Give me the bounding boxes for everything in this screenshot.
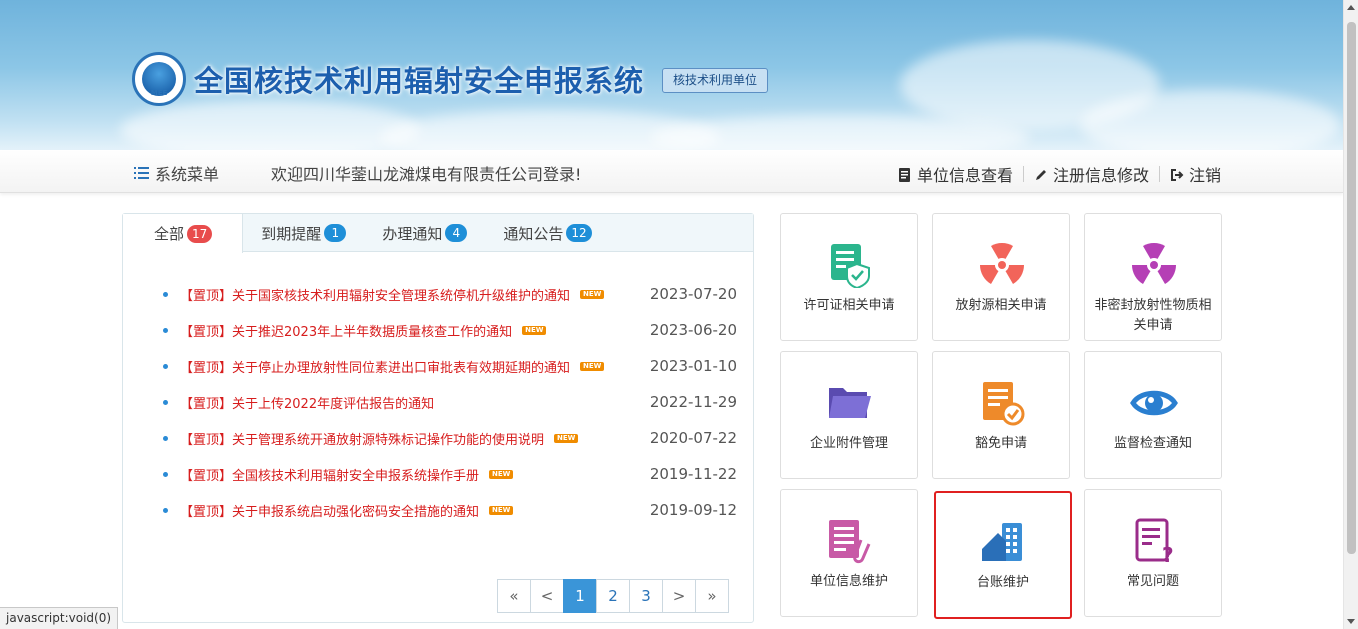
page-3-button[interactable]: 3: [629, 579, 663, 613]
tile-inspection-notice[interactable]: 监督检查通知: [1084, 351, 1222, 479]
question-doc-icon: ?: [1129, 518, 1179, 567]
notice-panel: 全部 17 到期提醒 1 办理通知 4 通知公告 12 【置顶】关于国家核技术利用辐射安…: [122, 213, 754, 623]
tile-ledger-maintenance[interactable]: 台账维护: [934, 491, 1072, 619]
svg-text:?: ?: [1162, 543, 1174, 564]
tile-radioactive-source-application[interactable]: 放射源相关申请: [932, 213, 1070, 341]
prev-page-button[interactable]: <: [530, 579, 564, 613]
count-badge: 1: [324, 224, 347, 242]
new-badge: NEW: [554, 433, 579, 443]
notice-date: 2019-11-22: [649, 465, 737, 483]
tile-unit-info-maintenance[interactable]: 单位信息维护: [780, 489, 918, 617]
notice-link[interactable]: 【置顶】关于停止办理放射性同位素进出口审批表有效期延期的通知: [180, 357, 570, 376]
scroll-thumb[interactable]: [1347, 22, 1356, 554]
registration-edit-link[interactable]: 注册信息修改: [1034, 162, 1149, 186]
first-page-button[interactable]: «: [497, 579, 531, 613]
tile-license-application[interactable]: 许可证相关申请: [780, 213, 918, 341]
list-item: 【置顶】关于上传2022年度评估报告的通知 2022-11-29: [163, 384, 737, 420]
system-menu-button[interactable]: 系统菜单: [134, 161, 219, 185]
tab-all[interactable]: 全部 17: [123, 214, 244, 253]
new-badge: NEW: [522, 325, 547, 335]
count-badge: 17: [187, 224, 213, 243]
document-list-icon: [898, 167, 912, 182]
pagination: « < 1 2 3 > »: [497, 579, 729, 613]
tile-unsealed-material-application[interactable]: 非密封放射性物质相关申请: [1084, 213, 1222, 341]
notice-list: 【置顶】关于国家核技术利用辐射安全管理系统停机升级维护的通知 NEW 2023-07…: [163, 276, 737, 528]
notice-date: 2019-09-12: [649, 501, 737, 519]
unit-info-view-link[interactable]: 单位信息查看: [898, 162, 1013, 186]
new-badge: NEW: [489, 505, 514, 515]
count-badge: 4: [445, 224, 468, 242]
new-badge: NEW: [580, 289, 605, 299]
notice-link[interactable]: 【置顶】关于上传2022年度评估报告的通知: [180, 393, 434, 412]
new-badge: NEW: [489, 469, 514, 479]
tab-processing-notice[interactable]: 办理通知 4: [364, 214, 485, 252]
notice-link[interactable]: 【置顶】关于管理系统开通放射源特殊标记操作功能的使用说明: [180, 429, 544, 448]
count-badge: 12: [566, 224, 592, 242]
radiation-icon: [1129, 242, 1179, 288]
page-1-button[interactable]: 1: [563, 579, 597, 613]
browser-status-bar: javascript:void(0): [0, 607, 119, 629]
notice-date: 2023-06-20: [649, 321, 737, 339]
page-scrollbar[interactable]: [1343, 0, 1358, 629]
list-item: 【置顶】关于国家核技术利用辐射安全管理系统停机升级维护的通知 NEW 2023-07…: [163, 276, 737, 312]
tab-announcement[interactable]: 通知公告 12: [485, 214, 609, 252]
list-item: 【置顶】关于停止办理放射性同位素进出口审批表有效期延期的通知 NEW 2023-01…: [163, 348, 737, 384]
folder-icon: [825, 380, 875, 426]
system-menu-label: 系统菜单: [155, 165, 220, 184]
document-clip-icon: [825, 518, 875, 564]
notice-date: 2023-07-20: [649, 285, 737, 303]
last-page-button[interactable]: »: [695, 579, 729, 613]
ledger-building-icon: [978, 519, 1028, 565]
tile-faq[interactable]: ? 常见问题: [1084, 489, 1222, 617]
unit-type-badge: 核技术利用单位: [662, 68, 769, 93]
tile-attachment-management[interactable]: 企业附件管理: [780, 351, 918, 479]
tile-exemption-application[interactable]: 豁免申请: [932, 351, 1070, 479]
notice-date: 2020-07-22: [649, 429, 737, 447]
notice-date: 2023-01-10: [649, 357, 737, 375]
header-banner: MEE 全国核技术利用辐射安全申报系统 核技术利用单位: [0, 0, 1343, 150]
welcome-message: 欢迎四川华蓥山龙滩煤电有限责任公司登录!: [271, 165, 582, 184]
notice-link[interactable]: 【置顶】关于推迟2023年上半年数据质量核查工作的通知: [180, 321, 512, 340]
site-title: 全国核技术利用辐射安全申报系统: [194, 64, 645, 98]
top-navbar: 系统菜单 欢迎四川华蓥山龙滩煤电有限责任公司登录! 单位信息查看 注册信息修改 …: [0, 150, 1343, 193]
notice-date: 2022-11-29: [649, 393, 737, 411]
list-icon: [134, 167, 149, 179]
new-badge: NEW: [580, 361, 605, 371]
document-check-icon: [977, 380, 1027, 426]
tab-expiry-reminder[interactable]: 到期提醒 1: [243, 214, 364, 252]
eye-icon: [1129, 380, 1179, 426]
next-page-button[interactable]: >: [662, 579, 696, 613]
notice-link[interactable]: 【置顶】关于申报系统启动强化密码安全措施的通知: [180, 501, 479, 520]
license-shield-icon: [825, 242, 875, 290]
notice-tabs: 全部 17 到期提醒 1 办理通知 4 通知公告 12: [123, 214, 753, 253]
list-item: 【置顶】关于推迟2023年上半年数据质量核查工作的通知 NEW 2023-06-20: [163, 312, 737, 348]
notice-link[interactable]: 【置顶】关于国家核技术利用辐射安全管理系统停机升级维护的通知: [180, 285, 570, 304]
scroll-down-icon[interactable]: [1347, 619, 1355, 624]
pencil-icon: [1034, 167, 1048, 181]
mee-logo: MEE: [132, 52, 186, 106]
radiation-icon: [977, 242, 1027, 288]
page-2-button[interactable]: 2: [596, 579, 630, 613]
list-item: 【置顶】全国核技术利用辐射安全申报系统操作手册 NEW 2019-11-22: [163, 456, 737, 492]
list-item: 【置顶】关于申报系统启动强化密码安全措施的通知 NEW 2019-09-12: [163, 492, 737, 528]
list-item: 【置顶】关于管理系统开通放射源特殊标记操作功能的使用说明 NEW 2020-07-2…: [163, 420, 737, 456]
logout-icon: [1170, 167, 1184, 181]
scroll-up-icon[interactable]: [1347, 5, 1355, 10]
notice-link[interactable]: 【置顶】全国核技术利用辐射安全申报系统操作手册: [180, 465, 479, 484]
logout-link[interactable]: 注销: [1170, 162, 1221, 186]
